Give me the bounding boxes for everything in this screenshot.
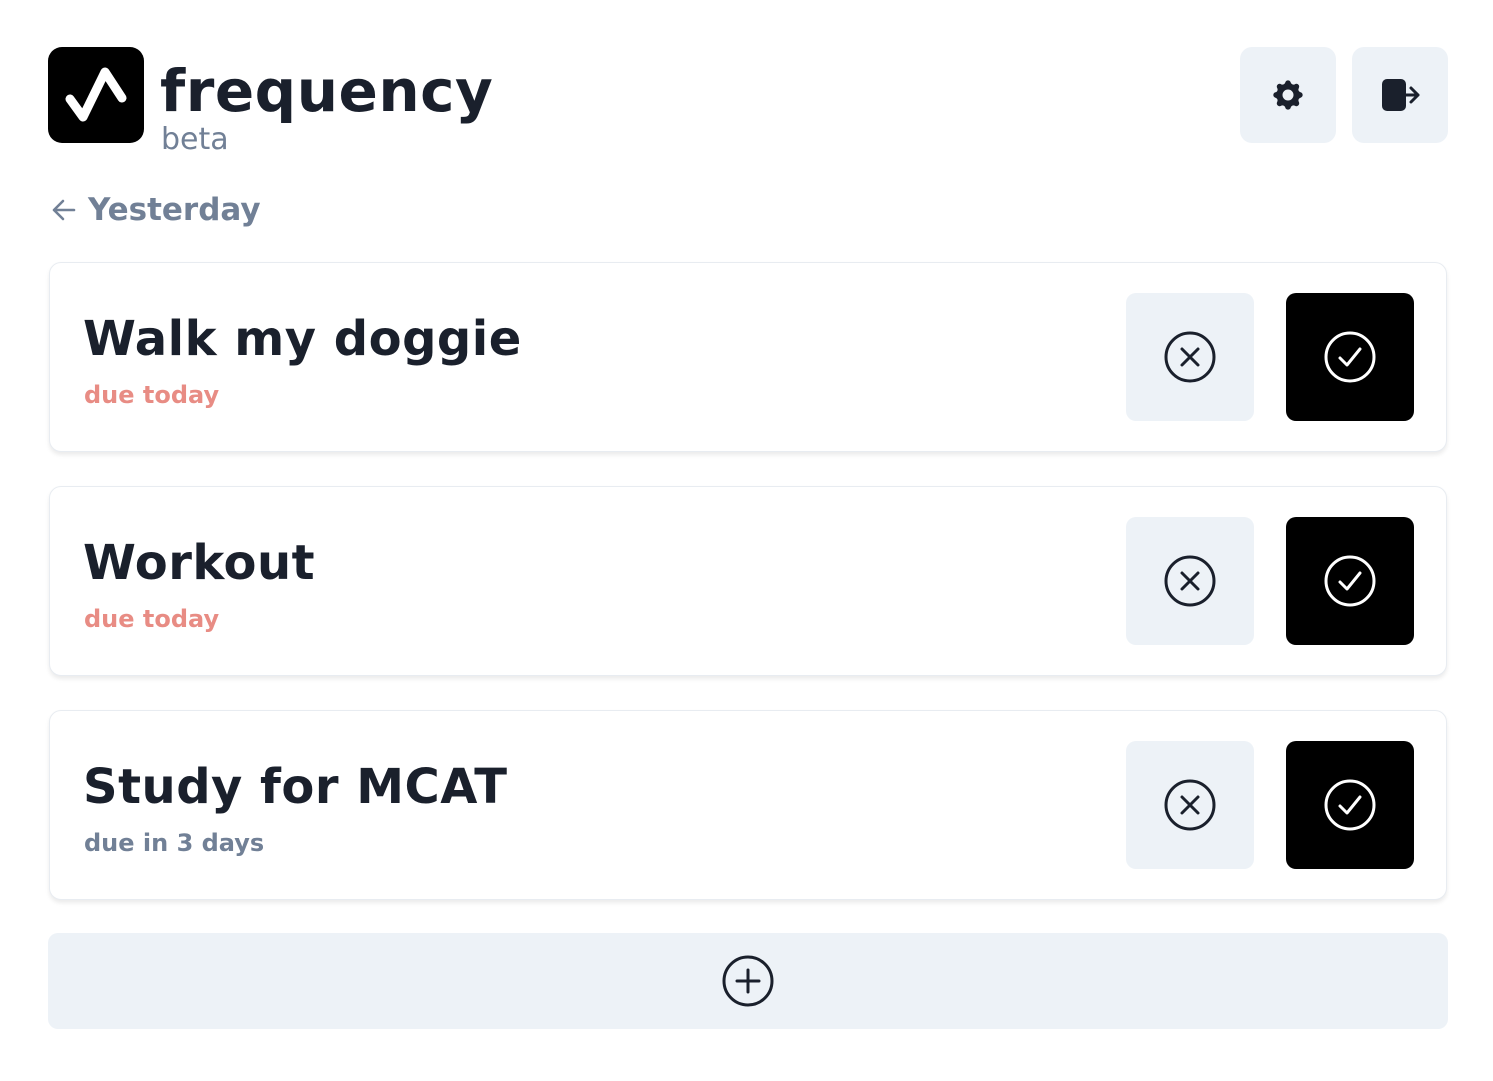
x-circle-icon: [1164, 779, 1216, 831]
logout-button[interactable]: [1352, 47, 1448, 143]
x-circle-icon: [1164, 555, 1216, 607]
task-card: Study for MCAT due in 3 days: [49, 710, 1447, 900]
app-beta-label: beta: [161, 122, 229, 157]
task-title: Study for MCAT: [83, 759, 508, 815]
app-title: frequency: [160, 57, 494, 125]
task-due-label: due in 3 days: [84, 829, 265, 857]
pulse-check-icon: [65, 67, 127, 122]
check-circle-icon: [1324, 555, 1376, 607]
settings-button[interactable]: [1240, 47, 1336, 143]
task-due-label: due today: [84, 381, 220, 409]
arrow-left-icon: [52, 199, 76, 221]
back-to-yesterday-link[interactable]: Yesterday: [50, 192, 261, 228]
complete-task-button[interactable]: [1286, 293, 1414, 421]
add-task-button[interactable]: [48, 933, 1448, 1029]
gear-icon: [1273, 80, 1303, 110]
complete-task-button[interactable]: [1286, 517, 1414, 645]
task-card: Workout due today: [49, 486, 1447, 676]
app-logo[interactable]: [48, 47, 144, 143]
app-page: frequency beta Yesterday Walk my doggie …: [0, 0, 1493, 1081]
x-circle-icon: [1164, 331, 1216, 383]
skip-task-button[interactable]: [1126, 741, 1254, 869]
check-circle-icon: [1324, 779, 1376, 831]
task-card: Walk my doggie due today: [49, 262, 1447, 452]
back-label: Yesterday: [88, 192, 261, 228]
logout-icon: [1382, 79, 1420, 111]
complete-task-button[interactable]: [1286, 741, 1414, 869]
task-due-label: due today: [84, 605, 220, 633]
check-circle-icon: [1324, 331, 1376, 383]
plus-circle-icon: [722, 955, 774, 1007]
task-title: Walk my doggie: [83, 311, 522, 367]
skip-task-button[interactable]: [1126, 293, 1254, 421]
skip-task-button[interactable]: [1126, 517, 1254, 645]
task-title: Workout: [83, 535, 316, 591]
